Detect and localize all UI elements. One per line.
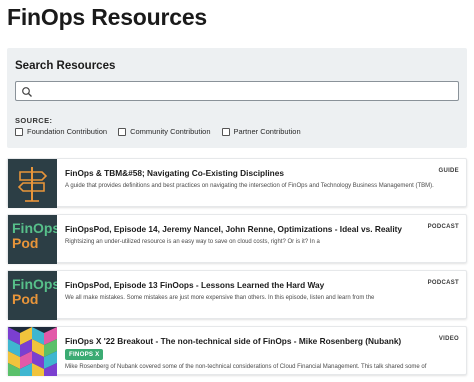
resource-type-label: PODCAST (427, 224, 459, 230)
resource-title[interactable]: FinOpsPod, Episode 14, Jeremy Nancel, Jo… (65, 224, 415, 234)
logo-text: FinOps (12, 220, 57, 236)
filter-label: Community Contribution (130, 127, 211, 136)
resource-title[interactable]: FinOps X '22 Breakout - The non-technica… (65, 336, 415, 346)
source-filters: Foundation Contribution Community Contri… (15, 127, 312, 136)
isometric-cubes-pattern (8, 327, 57, 376)
community-contribution-checkbox[interactable] (118, 127, 127, 136)
source-filter-label: SOURCE: (15, 116, 53, 125)
page-title: FinOps Resources (7, 4, 208, 30)
resource-description: A guide that provides definitions and be… (65, 183, 434, 189)
finops-pod-logo: FinOps Pod (8, 215, 57, 264)
finops-pod-logo: FinOps Pod (8, 271, 57, 320)
partner-contribution-checkbox[interactable] (221, 127, 230, 136)
resource-card[interactable]: FinOps & TBM&#58; Navigating Co-Existing… (7, 158, 467, 208)
resource-description: We all make mistakes. Some mistakes are … (65, 295, 375, 301)
resource-title[interactable]: FinOps & TBM&#58; Navigating Co-Existing… (65, 168, 415, 178)
filter-foundation-contribution[interactable]: Foundation Contribution (15, 127, 107, 136)
logo-text: FinOps (12, 276, 57, 292)
resource-type-label: GUIDE (438, 168, 459, 174)
resource-title[interactable]: FinOpsPod, Episode 13 FinOops - Lessons … (65, 280, 415, 290)
search-box[interactable] (15, 81, 459, 101)
resource-description: Rightsizing an under-utilized resource i… (65, 239, 320, 245)
filter-community-contribution[interactable]: Community Contribution (118, 127, 211, 136)
search-icon (21, 85, 33, 97)
search-panel: Search Resources SOURCE: Foundation Cont… (7, 48, 467, 148)
signpost-icon (8, 159, 57, 208)
search-heading: Search Resources (15, 60, 116, 72)
logo-text: Pod (12, 235, 39, 251)
resource-type-label: VIDEO (438, 336, 459, 342)
filter-label: Partner Contribution (233, 127, 301, 136)
search-input[interactable] (36, 83, 454, 99)
filter-label: Foundation Contribution (27, 127, 108, 136)
resource-card[interactable]: FinOps X '22 Breakout - The non-technica… (7, 326, 467, 376)
foundation-contribution-checkbox[interactable] (15, 127, 23, 136)
event-tag: FINOPS X (65, 349, 104, 360)
resource-type-label: PODCAST (427, 280, 459, 286)
logo-text: Pod (12, 291, 39, 307)
resource-card[interactable]: FinOps Pod FinOpsPod, Episode 13 FinOops… (7, 270, 467, 320)
filter-partner-contribution[interactable]: Partner Contribution (221, 127, 301, 136)
resource-card[interactable]: FinOps Pod FinOpsPod, Episode 14, Jeremy… (7, 214, 467, 264)
resource-description: Mike Rosenberg of Nubank covered some of… (65, 364, 427, 370)
